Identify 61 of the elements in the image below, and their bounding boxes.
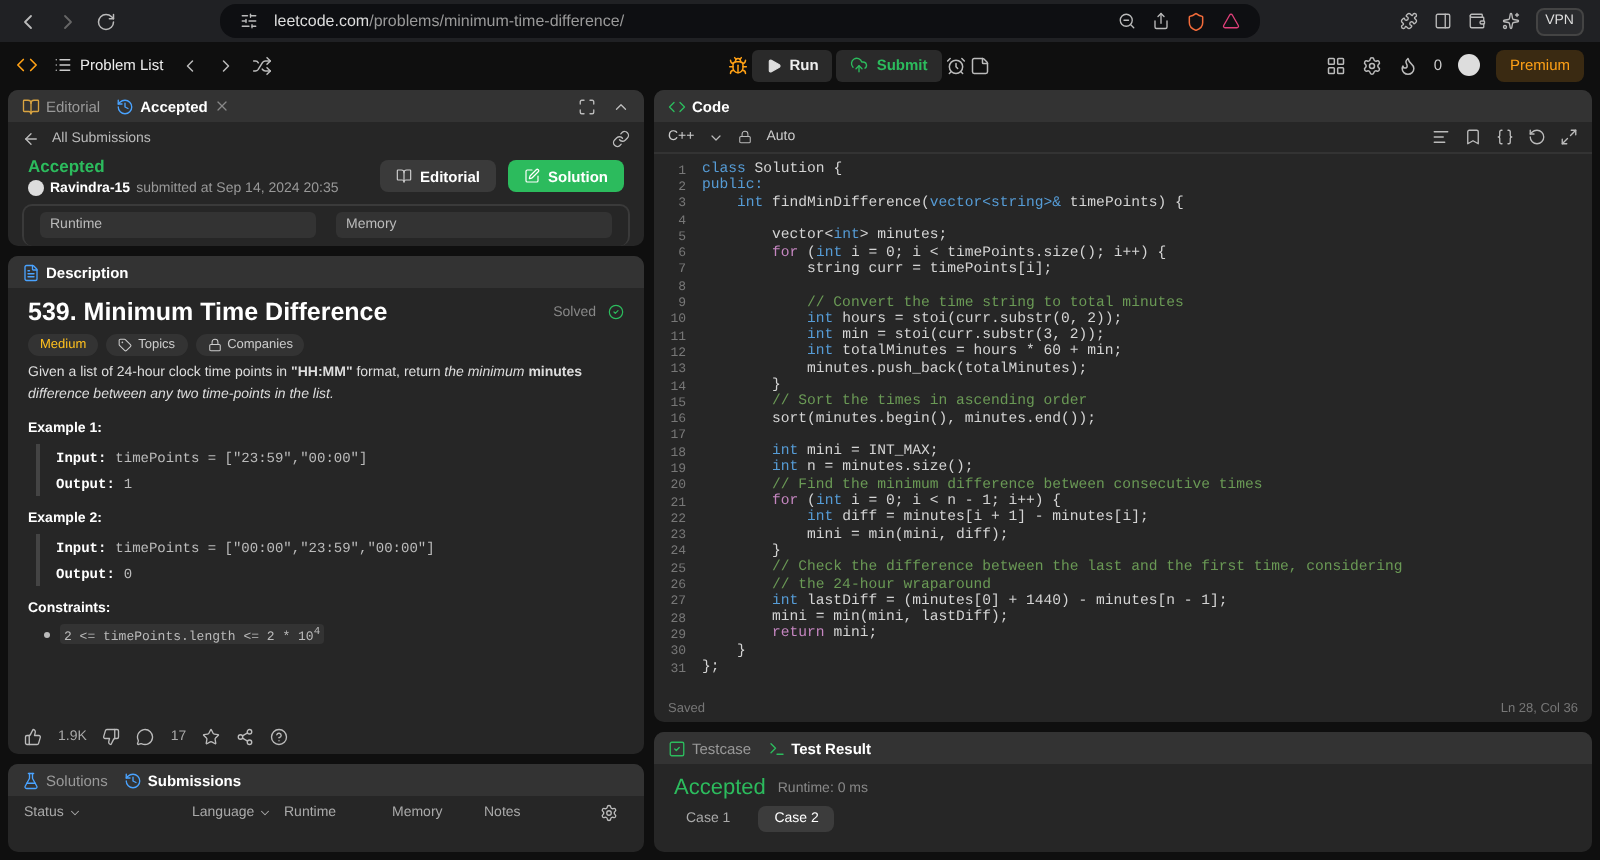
- chevron-down-icon: [258, 806, 273, 820]
- reload-icon[interactable]: [96, 11, 116, 31]
- accepted-status: Accepted: [28, 156, 107, 176]
- book-icon: [22, 97, 40, 115]
- share-icon[interactable]: [236, 728, 255, 746]
- site-settings-icon[interactable]: [240, 12, 258, 30]
- tag-icon: [118, 338, 133, 352]
- share-icon[interactable]: [1152, 12, 1170, 30]
- user-avatar: [28, 180, 44, 196]
- shield-icon[interactable]: [1186, 11, 1206, 31]
- chevron-down-icon: [67, 806, 82, 820]
- braces-icon[interactable]: [1496, 128, 1514, 146]
- like-icon[interactable]: [24, 728, 42, 746]
- extensions-icon[interactable]: [1399, 12, 1418, 30]
- checkbox-icon: [668, 739, 686, 757]
- pen-icon: [524, 168, 540, 184]
- layout-icon[interactable]: [1325, 55, 1346, 75]
- zoom-out-icon[interactable]: [1118, 12, 1136, 30]
- upload-icon: [850, 56, 869, 74]
- bookmark-icon[interactable]: [1464, 128, 1482, 146]
- bullet-icon: [44, 631, 50, 638]
- star-icon[interactable]: [202, 728, 221, 746]
- settings-icon[interactable]: [600, 804, 618, 822]
- debug-icon[interactable]: [727, 55, 748, 75]
- dislike-icon[interactable]: [102, 728, 121, 746]
- history-icon: [116, 97, 135, 115]
- link-icon[interactable]: [612, 130, 630, 148]
- code-icon: [668, 97, 686, 115]
- address-bar[interactable]: leetcode.com/problems/minimum-time-difference/: [220, 4, 1260, 38]
- history-icon: [123, 771, 142, 789]
- close-icon[interactable]: [213, 98, 230, 114]
- notes-icon[interactable]: [969, 55, 990, 75]
- shuffle-icon[interactable]: [251, 55, 272, 75]
- lock-icon: [738, 130, 753, 144]
- list-icon: [54, 56, 72, 74]
- sidebar-icon[interactable]: [1433, 12, 1452, 30]
- book-icon: [395, 168, 412, 184]
- wallet-icon[interactable]: [1467, 12, 1486, 30]
- timer-icon[interactable]: [945, 55, 966, 75]
- settings-icon[interactable]: [1361, 55, 1382, 75]
- expand-icon[interactable]: [1560, 128, 1578, 146]
- check-icon: [608, 304, 624, 320]
- terminal-icon: [767, 739, 786, 757]
- expand-icon[interactable]: [578, 97, 596, 115]
- url-text: leetcode.com/problems/minimum-time-difference/: [274, 12, 627, 30]
- triangle-icon[interactable]: [1222, 12, 1240, 30]
- play-icon: [765, 57, 782, 73]
- verdict-text: Accepted: [674, 776, 766, 800]
- sparkle-icon[interactable]: [1501, 12, 1520, 30]
- logo-icon[interactable]: [16, 54, 38, 76]
- format-icon[interactable]: [1432, 128, 1450, 146]
- reset-icon[interactable]: [1528, 128, 1546, 146]
- document-icon: [22, 263, 40, 281]
- comment-icon[interactable]: [136, 728, 155, 746]
- back-arrow-icon[interactable]: [22, 130, 40, 148]
- lock-icon: [207, 338, 222, 352]
- problem-title: 539. Minimum Time Difference: [28, 298, 388, 326]
- help-icon[interactable]: [270, 728, 289, 746]
- flame-icon[interactable]: [1397, 55, 1418, 75]
- flask-icon: [22, 771, 40, 789]
- avatar[interactable]: [1457, 54, 1480, 76]
